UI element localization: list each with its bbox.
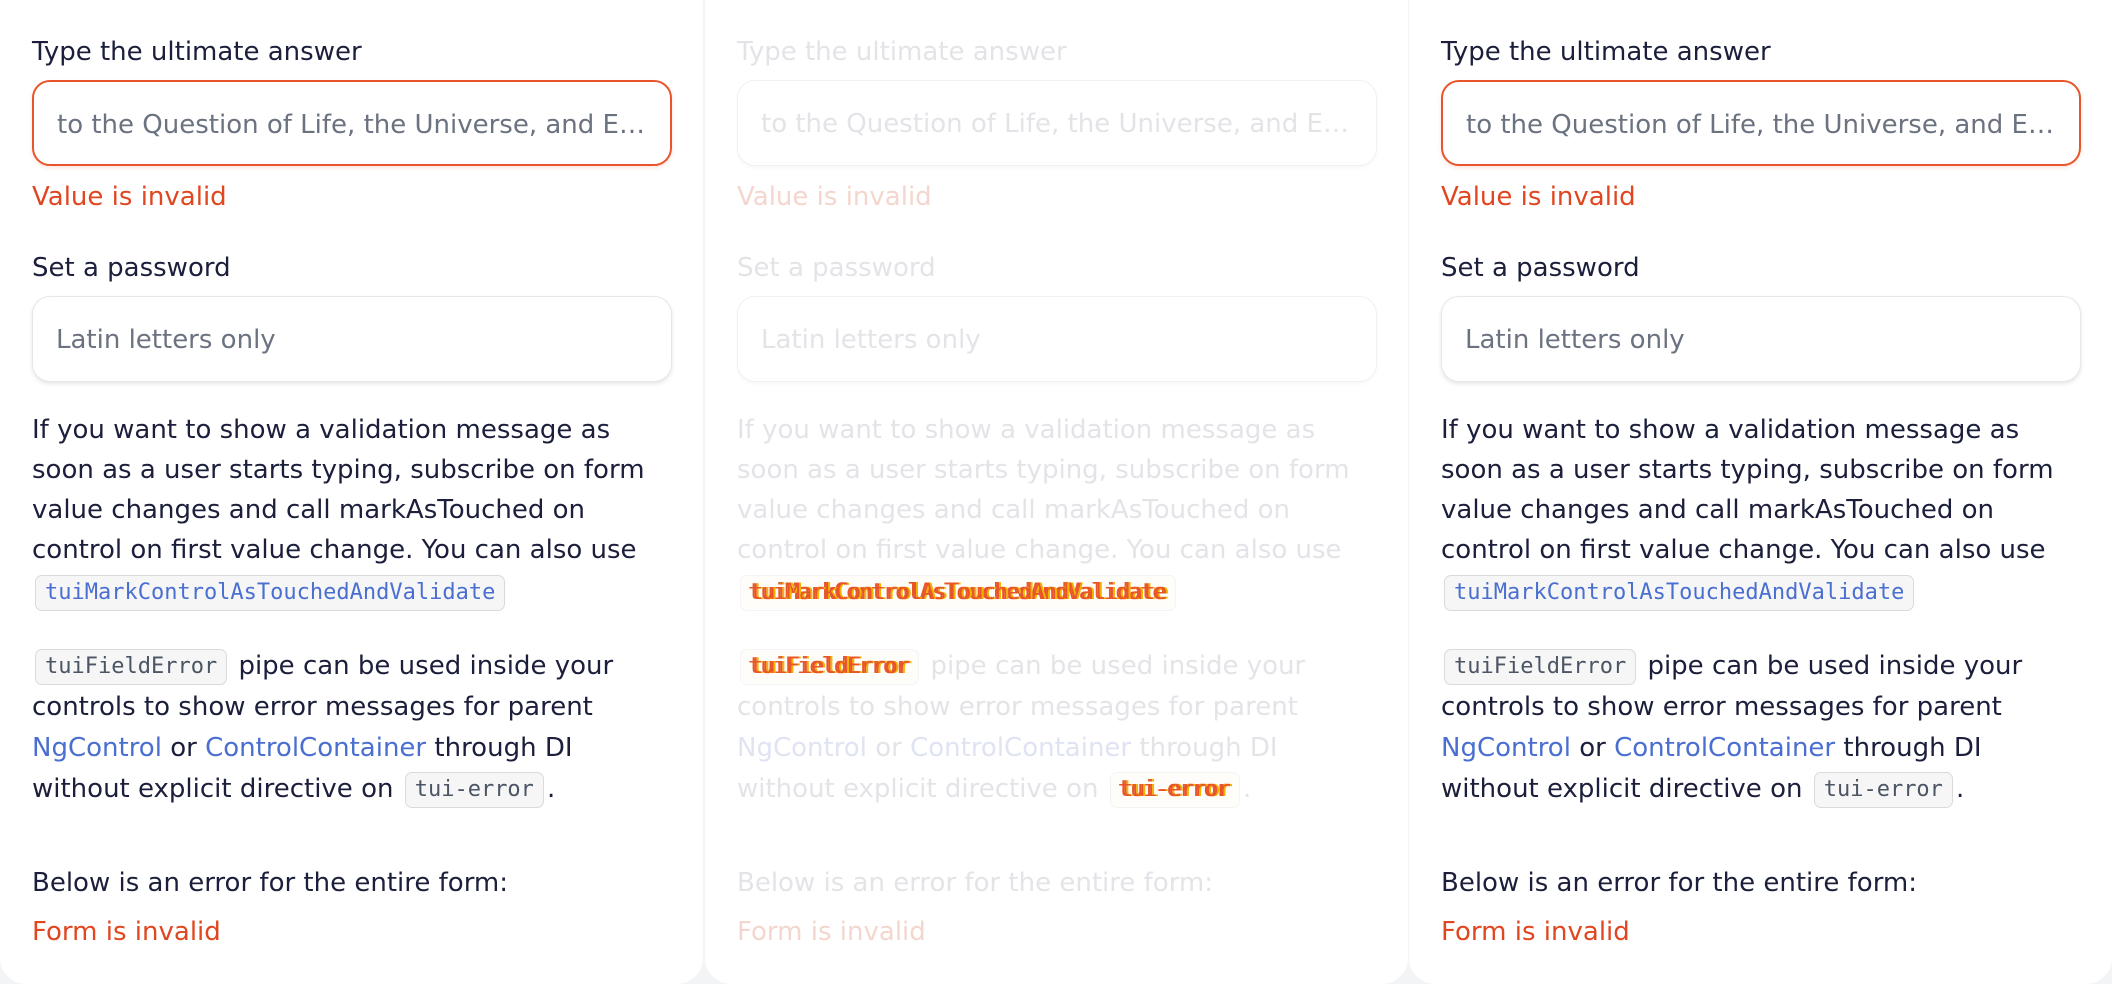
code-mark-touched-link[interactable]: tuiMarkControlAsTouchedAndValidate (35, 574, 506, 611)
paragraph-text: . (546, 774, 556, 804)
paragraph-form-error: Below is an error for the entire form: (737, 868, 1214, 898)
password-input[interactable]: Latin letters only (1441, 296, 2081, 382)
password-label: Set a password (1441, 253, 1640, 283)
paragraph-text: If you want to show a validation message… (32, 415, 645, 565)
paragraph-form-error: Below is an error for the entire form: (32, 868, 509, 898)
form-error: Form is invalid (32, 917, 221, 947)
paragraph-field-error: tuiFieldError pipe can be used inside yo… (1441, 646, 2081, 810)
paragraph-field-error: tuiFieldError pipe can be used inside yo… (737, 646, 1377, 810)
password-label: Set a password (737, 253, 936, 283)
paragraph-text: . (1242, 774, 1252, 804)
paragraph-mark-touched: If you want to show a validation message… (737, 410, 1377, 611)
password-placeholder: Latin letters only (1465, 325, 1685, 355)
answer-error: Value is invalid (32, 182, 227, 212)
paragraph-mark-touched: If you want to show a validation message… (32, 410, 672, 611)
paragraph-text: If you want to show a validation message… (1441, 415, 2054, 565)
password-placeholder: Latin letters only (56, 325, 276, 355)
answer-label: Type the ultimate answer (32, 37, 362, 67)
password-placeholder: Latin letters only (761, 325, 981, 355)
answer-input[interactable]: to the Question of Life, the Universe, a… (1441, 80, 2081, 166)
password-label: Set a password (32, 253, 231, 283)
example-panel-left: Type the ultimate answer to the Question… (0, 0, 703, 984)
paragraph-mark-touched: If you want to show a validation message… (1441, 410, 2081, 611)
password-input[interactable]: Latin letters only (32, 296, 672, 382)
code-tui-error: tui-error (404, 771, 544, 808)
controlcontainer-link[interactable]: ControlContainer (1614, 733, 1835, 763)
stage: Type the ultimate answer to the Question… (0, 0, 2112, 984)
controlcontainer-link[interactable]: ControlContainer (205, 733, 426, 763)
paragraph-text: or (875, 733, 902, 763)
answer-placeholder: to the Question of Life, the Universe, a… (1466, 110, 2057, 140)
code-mark-touched-link[interactable]: tuiMarkControlAsTouchedAndValidate (1444, 574, 1915, 611)
ngcontrol-link[interactable]: NgControl (737, 733, 867, 763)
code-tui-error: tui-error (1813, 771, 1953, 808)
answer-error: Value is invalid (737, 182, 932, 212)
answer-error: Value is invalid (1441, 182, 1636, 212)
answer-placeholder: to the Question of Life, the Universe, a… (57, 110, 648, 140)
paragraph-text: If you want to show a validation message… (737, 415, 1350, 565)
ngcontrol-link[interactable]: NgControl (1441, 733, 1571, 763)
code-field-error: tuiFieldError (1444, 648, 1637, 685)
paragraph-form-error: Below is an error for the entire form: (1441, 868, 1918, 898)
paragraph-field-error: tuiFieldError pipe can be used inside yo… (32, 646, 672, 810)
answer-input[interactable]: to the Question of Life, the Universe, a… (32, 80, 672, 166)
password-input[interactable]: Latin letters only (737, 296, 1377, 382)
controlcontainer-link[interactable]: ControlContainer (910, 733, 1131, 763)
answer-input[interactable]: to the Question of Life, the Universe, a… (737, 80, 1377, 166)
example-panel-right: Type the ultimate answer to the Question… (1409, 0, 2112, 984)
ngcontrol-link[interactable]: NgControl (32, 733, 162, 763)
form-error: Form is invalid (737, 917, 926, 947)
paragraph-text: or (1579, 733, 1606, 763)
answer-label: Type the ultimate answer (1441, 37, 1771, 67)
code-field-error: tuiFieldError (35, 648, 228, 685)
paragraph-text: . (1955, 774, 1965, 804)
paragraph-text: or (170, 733, 197, 763)
code-field-error: tuiFieldError (740, 648, 920, 685)
code-tui-error: tui-error (1109, 771, 1240, 808)
example-panel-middle: Type the ultimate answer to the Question… (705, 0, 1408, 984)
code-mark-touched-link[interactable]: tuiMarkControlAsTouchedAndValidate (740, 574, 1177, 611)
answer-label: Type the ultimate answer (737, 37, 1067, 67)
answer-placeholder: to the Question of Life, the Universe, a… (761, 109, 1354, 139)
form-error: Form is invalid (1441, 917, 1630, 947)
